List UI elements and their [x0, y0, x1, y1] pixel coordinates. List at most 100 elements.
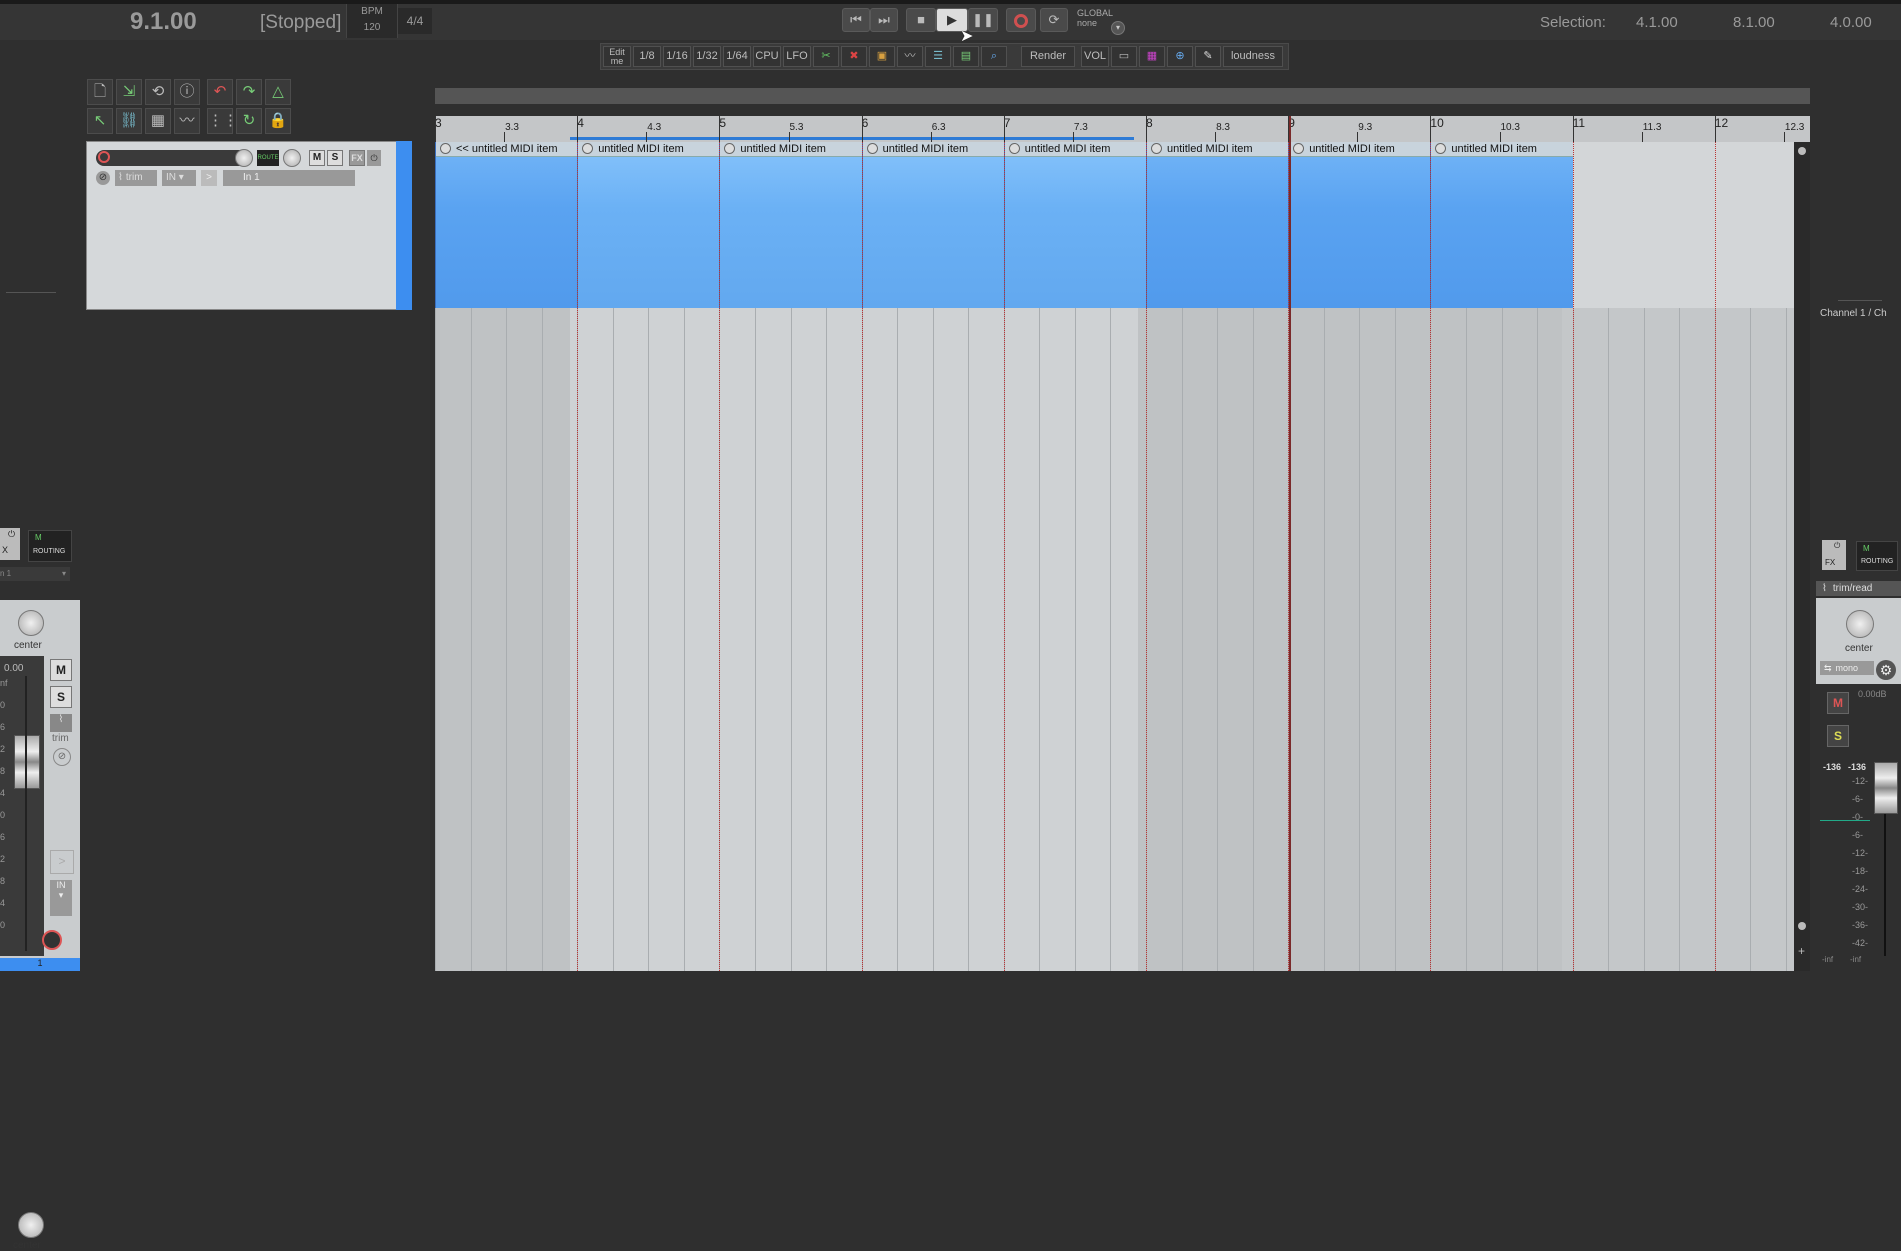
select-tool[interactable]: ↖: [87, 108, 113, 134]
automation-mode-right[interactable]: ⌇ trim/read: [1816, 581, 1901, 596]
edit-me-button[interactable]: Edit me: [603, 46, 631, 67]
item-mute-icon[interactable]: [582, 143, 594, 154]
new-item-tool[interactable]: 🗋: [87, 79, 113, 105]
record-arm-icon[interactable]: [98, 151, 110, 163]
grid-1-8-button[interactable]: 1/8: [633, 46, 661, 67]
midi-item-header[interactable]: untitled MIDI item: [1004, 142, 1146, 157]
fx-bypass-icon[interactable]: ⏻: [367, 150, 381, 166]
item-mute-icon[interactable]: [440, 143, 451, 154]
bpm-box[interactable]: BPM 120: [346, 4, 398, 38]
grid-select-tool[interactable]: ▦: [145, 108, 171, 134]
solo-button[interactable]: S: [327, 150, 343, 166]
item-mute-icon[interactable]: [866, 143, 878, 154]
stop-button[interactable]: ■: [906, 8, 936, 32]
midi-item[interactable]: untitled MIDI item: [1003, 142, 1146, 308]
routing-button-left[interactable]: ROUTING M: [28, 530, 72, 562]
record-button[interactable]: [1006, 8, 1036, 32]
item-props-button[interactable]: ▣: [869, 46, 895, 67]
global-dropdown-icon[interactable]: ▾: [1111, 21, 1125, 35]
item-mute-icon[interactable]: [724, 143, 736, 154]
midi-item-header[interactable]: untitled MIDI item: [1289, 142, 1431, 157]
automation-mode-button[interactable]: ⌇ trim: [115, 170, 157, 186]
midi-item-header[interactable]: untitled MIDI item: [578, 142, 720, 157]
fx-button[interactable]: FX: [349, 150, 365, 166]
lock-tool[interactable]: 🔒: [265, 108, 291, 134]
midi-item-header[interactable]: untitled MIDI item: [1147, 142, 1289, 157]
selection-start[interactable]: 4.1.00: [1636, 14, 1678, 31]
render-button[interactable]: Render: [1021, 46, 1075, 67]
item-mute-icon[interactable]: [1293, 143, 1305, 154]
midi-item-header[interactable]: untitled MIDI item: [1431, 142, 1573, 157]
volume-fader-left[interactable]: [14, 735, 40, 789]
track-number-left[interactable]: 1: [0, 958, 80, 971]
midi-item[interactable]: untitled MIDI item: [1430, 142, 1573, 308]
selection-length[interactable]: 4.0.00: [1830, 14, 1872, 31]
zoom-button[interactable]: ⌕: [981, 46, 1007, 67]
glue-tool[interactable]: ⇲: [116, 79, 142, 105]
split-tool-button[interactable]: ✂: [813, 46, 839, 67]
automation-icon-left[interactable]: ⌇: [50, 714, 72, 732]
loop-item-tool[interactable]: ⟲: [145, 79, 171, 105]
grid-1-16-button[interactable]: 1/16: [663, 46, 691, 67]
midi-item-header[interactable]: untitled MIDI item: [720, 142, 862, 157]
undo-tool[interactable]: ↶: [207, 79, 233, 105]
track-selection-indicator[interactable]: [396, 141, 412, 310]
input-monitor-left[interactable]: IN ▾: [50, 880, 72, 916]
zoom-tool-button[interactable]: ⊕: [1167, 46, 1193, 67]
midi-item[interactable]: untitled MIDI item: [577, 142, 720, 308]
loudness-button[interactable]: loudness: [1223, 46, 1283, 67]
input-select-left[interactable]: n 1 ▾: [0, 567, 70, 581]
midi-item[interactable]: untitled MIDI item: [1288, 142, 1431, 308]
video-button[interactable]: ▭: [1111, 46, 1137, 67]
edit-cursor[interactable]: [1289, 116, 1292, 971]
routing-button-right[interactable]: ROUTING M: [1856, 541, 1898, 571]
route-button[interactable]: ROUTE: [257, 150, 279, 166]
delete-item-button[interactable]: ✖: [841, 46, 867, 67]
fx-button-right[interactable]: FX ⏻: [1822, 540, 1846, 570]
input-monitor-button[interactable]: IN ▾: [162, 170, 196, 186]
time-selection-bar[interactable]: [570, 137, 1134, 140]
color-button[interactable]: ▦: [1139, 46, 1165, 67]
grid-1-32-button[interactable]: 1/32: [693, 46, 721, 67]
info-tool[interactable]: ⓘ: [174, 79, 200, 105]
envelope-tool[interactable]: 〰: [174, 108, 200, 134]
lfo-button[interactable]: LFO: [783, 46, 811, 67]
mute-button-left[interactable]: M: [50, 659, 72, 681]
gear-icon[interactable]: ⚙: [1876, 660, 1896, 680]
zoom-plus-icon[interactable]: +: [1798, 944, 1805, 958]
midi-item[interactable]: untitled MIDI item: [719, 142, 862, 308]
brush-button[interactable]: ✎: [1195, 46, 1221, 67]
scroll-up-icon[interactable]: [1798, 147, 1806, 155]
track-name-field[interactable]: [96, 150, 252, 166]
vertical-scrollbar[interactable]: +: [1794, 142, 1810, 971]
skip-start-button[interactable]: ⏮: [842, 8, 870, 32]
volume-knob[interactable]: [235, 149, 253, 167]
metronome-tool[interactable]: △: [265, 79, 291, 105]
midi-item-header[interactable]: << untitled MIDI item: [436, 142, 578, 157]
selection-end[interactable]: 8.1.00: [1733, 14, 1775, 31]
midi-item[interactable]: << untitled MIDI item: [435, 142, 578, 308]
region-bar[interactable]: [435, 104, 1810, 116]
solo-button-left[interactable]: S: [50, 686, 72, 708]
phase-icon-left[interactable]: ⊘: [53, 748, 71, 766]
repeat-button[interactable]: ⟳: [1040, 8, 1068, 32]
redo-tool[interactable]: ↷: [236, 79, 262, 105]
envelope-button[interactable]: 〰: [897, 46, 923, 67]
grid-lines-tool[interactable]: ⋮⋮: [207, 108, 238, 134]
pan-knob-left[interactable]: [18, 610, 44, 636]
midi-item[interactable]: untitled MIDI item: [1146, 142, 1289, 308]
record-input-select[interactable]: In 1: [223, 170, 355, 186]
midi-item-header[interactable]: untitled MIDI item: [862, 142, 1004, 157]
scroll-down-icon[interactable]: [1798, 922, 1806, 930]
mute-button[interactable]: M: [309, 150, 325, 166]
time-signature[interactable]: 4/4: [398, 8, 432, 34]
fx-button-left[interactable]: X ⏻: [0, 528, 20, 560]
volume-fader-right[interactable]: [1874, 762, 1898, 814]
item-mute-icon[interactable]: [1008, 143, 1020, 154]
cpu-button[interactable]: CPU: [753, 46, 781, 67]
horizontal-scrollbar[interactable]: [435, 88, 1810, 104]
input-arrow-icon-left[interactable]: >: [50, 850, 74, 874]
midi-item[interactable]: untitled MIDI item: [861, 142, 1004, 308]
mono-button[interactable]: ⇆ mono: [1820, 661, 1874, 675]
vol-button[interactable]: VOL: [1081, 46, 1109, 67]
